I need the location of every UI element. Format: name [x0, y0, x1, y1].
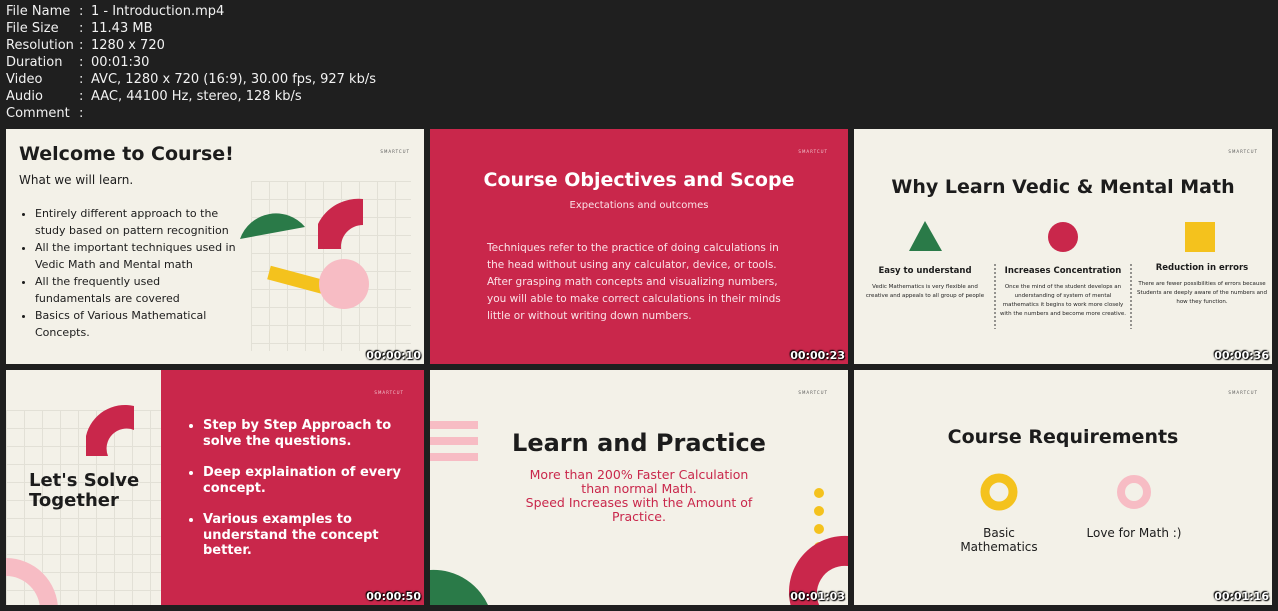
- timestamp: 00:01:16: [1214, 590, 1269, 603]
- feature-column: Increases Concentration Once the mind of…: [999, 266, 1127, 317]
- slide-body: More than 200% Faster Calculation than n…: [525, 467, 753, 524]
- decorative-shapes: [980, 473, 1151, 511]
- feature-column: Reduction in errors There are fewer poss…: [1137, 263, 1267, 305]
- decorative-shapes: [909, 221, 1215, 329]
- slide-body: Techniques refer to the practice of doin…: [487, 242, 781, 322]
- info-row-file-size: File Size:11.43 MB: [6, 21, 153, 36]
- bullet-item: Step by Step Approach to solve the quest…: [203, 418, 402, 449]
- info-row-comment: Comment:: [6, 106, 84, 121]
- thumbnail-requirements[interactable]: Course Requirements Basic Mathematics Lo…: [854, 370, 1272, 605]
- requirement-item: Basic Mathematics: [960, 526, 1038, 554]
- brand-label: SMARTCUT: [374, 390, 404, 395]
- info-row-video: Video: AVC, 1280 x 720 (16:9), 30.00 fps,…: [6, 72, 376, 87]
- timestamp: 00:00:36: [1214, 349, 1269, 362]
- slide-title: Course Objectives and Scope: [483, 169, 795, 191]
- slide-subtitle: Expectations and outcomes: [569, 200, 709, 211]
- info-row-audio: Audio: AAC, 44100 Hz, stereo, 128 kb/s: [6, 89, 302, 104]
- info-row-resolution: Resolution:1280 x 720: [6, 38, 165, 53]
- bullet-list: Step by Step Approach to solve the quest…: [187, 418, 402, 559]
- info-row-file-name: File Name:1 - Introduction.mp4: [6, 4, 225, 19]
- thumbnail-welcome[interactable]: Welcome to Course! What we will learn. E…: [6, 129, 424, 364]
- thumbnail-objectives[interactable]: Course Objectives and Scope Expectations…: [430, 129, 848, 364]
- slide-title: Learn and Practice: [512, 429, 766, 457]
- timestamp: 00:00:23: [790, 349, 845, 362]
- bullet-item: Various examples to understand the conce…: [203, 512, 402, 559]
- thumbnail-why-learn[interactable]: Why Learn Vedic & Mental Math Easy to un…: [854, 129, 1272, 364]
- brand-label: SMARTCUT: [380, 149, 410, 154]
- file-info-panel: File Name:1 - Introduction.mp4 File Size…: [6, 3, 376, 122]
- brand-label: SMARTCUT: [1228, 149, 1258, 154]
- timestamp: 00:01:03: [790, 590, 845, 603]
- thumbnail-learn-practice[interactable]: Learn and Practice More than 200% Faster…: [430, 370, 848, 605]
- thumbnail-solve-together[interactable]: Let's Solve Together Step by Step Approa…: [6, 370, 424, 605]
- slide-title: Let's Solve Together: [29, 470, 140, 511]
- requirement-item: Love for Math :): [1086, 526, 1182, 540]
- timestamp: 00:00:50: [366, 590, 421, 603]
- timestamp: 00:00:10: [366, 349, 421, 362]
- bullet-item: Deep explaination of every concept.: [203, 465, 402, 496]
- brand-label: SMARTCUT: [798, 390, 828, 395]
- feature-column: Easy to understand Vedic Mathematics is …: [865, 266, 985, 299]
- brand-label: SMARTCUT: [1228, 390, 1258, 395]
- info-row-duration: Duration:00:01:30: [6, 55, 150, 70]
- decorative-shapes: [240, 198, 369, 309]
- brand-label: SMARTCUT: [798, 149, 828, 154]
